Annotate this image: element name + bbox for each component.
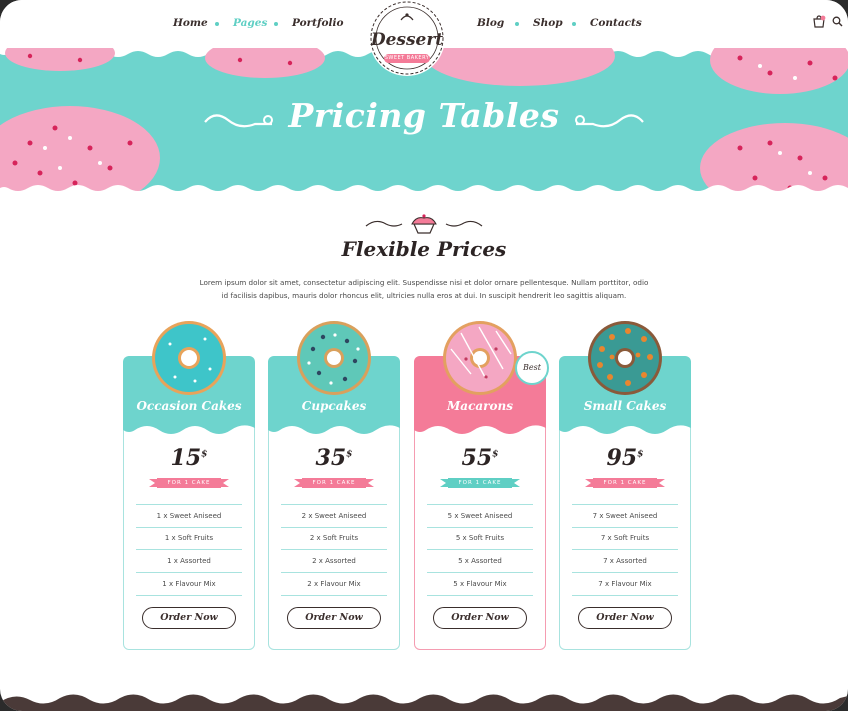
nav-home[interactable]: Home [173, 17, 208, 29]
feature-item: 2 x Sweet Aniseed [281, 504, 387, 528]
ribbon-label: FOR 1 CAKE [312, 480, 356, 486]
order-now-button[interactable]: Order Now [287, 607, 381, 629]
order-now-button[interactable]: Order Now [433, 607, 527, 629]
section-description: Lorem ipsum dolor sit amet, consectetur … [164, 276, 684, 302]
donut-image-icon [297, 321, 371, 395]
card-title: Small Cakes [583, 399, 667, 413]
card-price: 35$ [315, 445, 353, 471]
dessert-logo[interactable]: Dessert SWEET BAKERY [363, 0, 451, 78]
description-line: id facilisis dapibus, mauris dolor rhonc… [221, 291, 627, 300]
hero-title: Pricing Tables [288, 96, 560, 135]
feature-item: 1 x Soft Fruits [136, 527, 242, 550]
cupcake-divider-icon [365, 214, 483, 234]
feature-item: 2 x Flavour Mix [281, 573, 387, 596]
feature-item: 5 x Assorted [427, 550, 533, 573]
section-title: Flexible Prices [341, 237, 507, 261]
card-title: Cupcakes [301, 399, 367, 413]
pricing-card-cupcakes: Cupcakes 35$ FOR 1 CAKE 2 x Sweet Anisee… [268, 321, 400, 650]
ribbon-label: FOR 1 CAKE [167, 480, 211, 486]
nav-portfolio[interactable]: Portfolio [292, 17, 344, 29]
nav-separator-dot [515, 22, 519, 26]
logo-tagline: SWEET BAKERY [384, 54, 430, 63]
nav-pages[interactable]: Pages [233, 17, 267, 29]
feature-item: 2 x Assorted [281, 550, 387, 573]
card-price: 95$ [606, 445, 644, 471]
pricing-card-small-cakes: Small Cakes 95$ FOR 1 CAKE 7 x Sweet Ani… [559, 321, 691, 650]
nav-separator-dot [572, 22, 576, 26]
feature-item: 1 x Sweet Aniseed [136, 504, 242, 528]
chocolate-wave-footer [0, 694, 848, 711]
card-price: 55$ [461, 445, 499, 471]
card-title: Occasion Cakes [136, 399, 242, 413]
card-title: Macarons [447, 399, 513, 413]
page-frame: Home Pages Portfolio Blog Shop Contacts … [0, 0, 848, 711]
feature-item: 5 x Flavour Mix [427, 573, 533, 596]
donut-image-icon [588, 321, 662, 395]
price-ribbon: FOR 1 CAKE [440, 477, 520, 489]
nav-contacts[interactable]: Contacts [590, 17, 642, 29]
nav-shop[interactable]: Shop [533, 17, 563, 29]
nav-blog[interactable]: Blog [477, 17, 504, 29]
logo-wordmark: Dessert [370, 30, 444, 50]
feature-item: 2 x Soft Fruits [281, 527, 387, 550]
cart-icon[interactable] [812, 15, 826, 29]
feature-item: 1 x Assorted [136, 550, 242, 573]
ribbon-label: FOR 1 CAKE [458, 480, 502, 486]
price-ribbon: FOR 1 CAKE [585, 477, 665, 489]
feature-item: 5 x Sweet Aniseed [427, 504, 533, 528]
feature-item: 7 x Assorted [572, 550, 678, 573]
search-icon[interactable] [832, 16, 843, 27]
nav-separator-dot [274, 22, 278, 26]
price-ribbon: FOR 1 CAKE [149, 477, 229, 489]
donut-image-icon [152, 321, 226, 395]
feature-item: 7 x Soft Fruits [572, 527, 678, 550]
pricing-card-occasion-cakes: Occasion Cakes 15$ FOR 1 CAKE 1 x Sweet … [123, 321, 255, 650]
feature-item: 1 x Flavour Mix [136, 573, 242, 596]
order-now-button[interactable]: Order Now [578, 607, 672, 629]
donut-image-icon [443, 321, 517, 395]
feature-item: 5 x Soft Fruits [427, 527, 533, 550]
feature-item: 7 x Flavour Mix [572, 573, 678, 596]
card-price: 15$ [170, 445, 208, 471]
price-ribbon: FOR 1 CAKE [294, 477, 374, 489]
nav-separator-dot [215, 22, 219, 26]
feature-item: 7 x Sweet Aniseed [572, 504, 678, 528]
ribbon-label: FOR 1 CAKE [603, 480, 647, 486]
pricing-card-macarons: Best Macarons 55$ FOR 1 CAKE 5 x Sweet A… [414, 321, 549, 650]
best-badge: Best [515, 351, 549, 385]
order-now-button[interactable]: Order Now [142, 607, 236, 629]
description-line: Lorem ipsum dolor sit amet, consectetur … [199, 278, 649, 287]
